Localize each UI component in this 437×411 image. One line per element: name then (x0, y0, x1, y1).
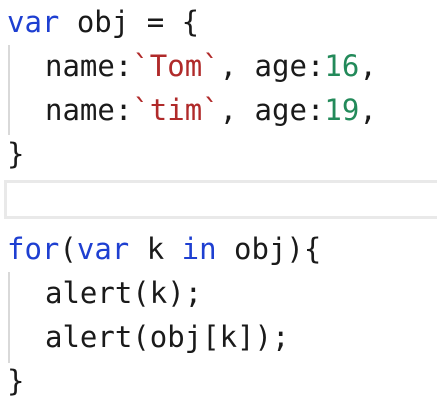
separator-token: , (359, 49, 377, 83)
property-key-token: age: (254, 93, 325, 127)
keyword-token: for (7, 232, 60, 266)
code-token: ( (59, 232, 77, 266)
number-token: 19 (324, 93, 360, 127)
indent-guide (8, 45, 10, 135)
code-line: } (7, 359, 24, 403)
string-token: `tim` (132, 93, 220, 127)
keyword-token: var (7, 5, 60, 39)
code-line: alert(obj[k]); (45, 315, 289, 359)
code-line: alert(k); (45, 271, 202, 315)
code-line: name:`Tom`, age:16, (45, 44, 377, 88)
separator-token: , (219, 93, 255, 127)
brace-token: } (7, 364, 25, 398)
property-key-token: name: (45, 49, 133, 83)
keyword-token: in (181, 232, 217, 266)
code-block-object: var obj = { name:`Tom`, age:16, name:`ti… (0, 0, 437, 178)
separator-token: , (219, 49, 255, 83)
property-key-token: name: (45, 93, 133, 127)
separator-token: , (359, 93, 377, 127)
code-line: for(var k in obj){ (7, 227, 321, 271)
property-key-token: age: (254, 49, 325, 83)
code-token: k (129, 232, 182, 266)
code-line: var obj = { (7, 0, 199, 44)
string-token: `Tom` (132, 49, 220, 83)
code-token: obj = { (59, 5, 200, 39)
number-token: 16 (324, 49, 360, 83)
code-token: alert(k); (45, 276, 203, 310)
code-block-loop: for(var k in obj){ alert(k); alert(obj[k… (0, 227, 437, 411)
code-line: name:`tim`, age:19, (45, 88, 377, 132)
keyword-token: var (76, 232, 130, 266)
indent-guide (8, 272, 10, 363)
code-token: alert(obj[k]); (45, 320, 290, 354)
code-editor: var obj = { name:`Tom`, age:16, name:`ti… (0, 0, 437, 411)
empty-panel (4, 180, 437, 219)
code-line: } (7, 132, 24, 176)
code-token: obj){ (216, 232, 322, 266)
brace-token: } (7, 137, 25, 171)
